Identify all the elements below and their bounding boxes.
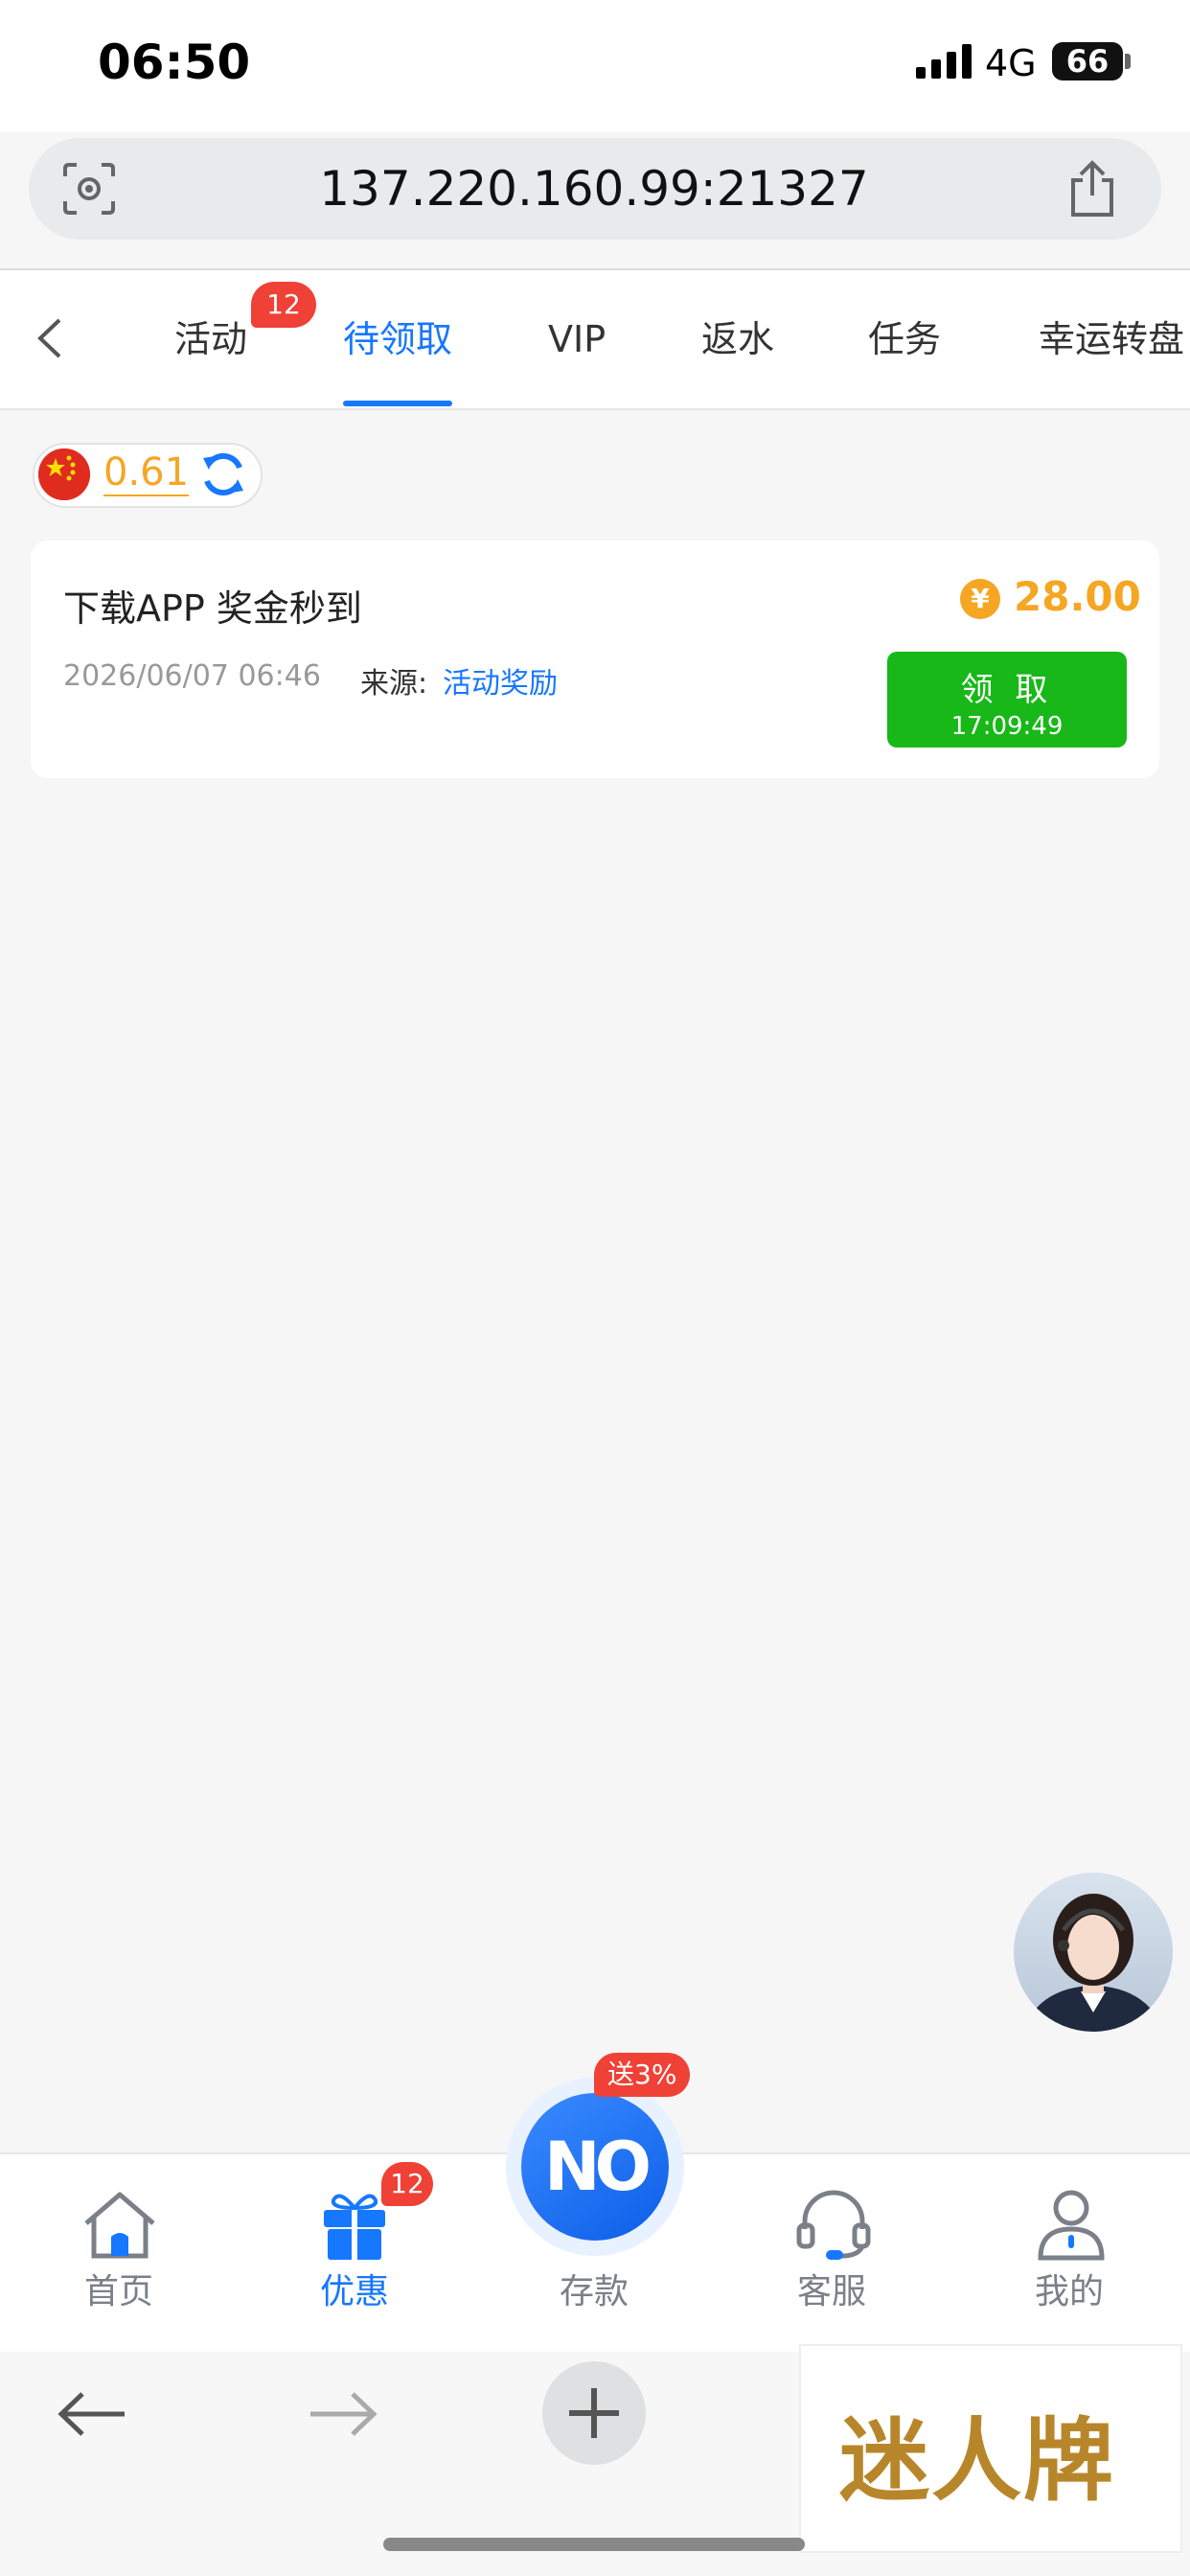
- forward-arrow-icon[interactable]: [307, 2390, 379, 2438]
- claim-button[interactable]: 领 取 17:09:49: [887, 652, 1127, 748]
- home-icon: [84, 2192, 155, 2259]
- network-type: 4G: [985, 42, 1037, 84]
- nav-home[interactable]: [80, 2189, 159, 2266]
- chevron-left-icon[interactable]: [33, 316, 67, 360]
- new-tab-button[interactable]: [542, 2361, 646, 2465]
- reward-source-label: 来源:: [360, 667, 428, 701]
- user-icon: [1038, 2190, 1105, 2261]
- battery-cap: [1125, 54, 1131, 69]
- home-indicator: [383, 2538, 805, 2551]
- plus-icon: [569, 2388, 619, 2438]
- reward-amount: 28.00: [1014, 573, 1141, 620]
- share-icon[interactable]: [1065, 159, 1119, 218]
- lens-icon[interactable]: [59, 159, 119, 218]
- gift-icon: [324, 2194, 385, 2260]
- china-flag-icon: [38, 448, 90, 500]
- reward-source-link[interactable]: 活动奖励: [443, 659, 558, 702]
- signal-icon: [916, 44, 972, 79]
- yen-coin-icon: ¥: [960, 579, 1000, 619]
- reward-time: 2026/06/07 06:46: [63, 659, 321, 693]
- nav-profile[interactable]: [1035, 2187, 1108, 2266]
- deposit-icon[interactable]: NO: [521, 2093, 669, 2241]
- nav-support[interactable]: [795, 2187, 872, 2266]
- reward-title: 下载APP 奖金秒到: [63, 587, 362, 630]
- headset-icon: [796, 2190, 871, 2260]
- back-arrow-icon[interactable]: [56, 2390, 128, 2438]
- tab-tasks[interactable]: 任务: [868, 270, 941, 408]
- tab-lucky-wheel[interactable]: 幸运转盘: [1039, 270, 1184, 408]
- nav-promotions[interactable]: [320, 2189, 389, 2266]
- balance-value: 0.61: [103, 450, 190, 496]
- tab-pending[interactable]: 待领取: [343, 270, 452, 408]
- customer-service-avatar[interactable]: [1014, 1873, 1173, 2032]
- nav-promotions-label[interactable]: 优惠: [278, 2264, 431, 2313]
- refresh-icon[interactable]: [197, 448, 249, 500]
- deposit-promo-badge: 送3%: [594, 2053, 691, 2097]
- tab-activity-badge: 12: [251, 282, 316, 328]
- nav-support-label[interactable]: 客服: [755, 2264, 908, 2313]
- claim-countdown: 17:09:49: [950, 712, 1064, 741]
- claim-button-label: 领 取: [960, 671, 1054, 709]
- battery-indicator: 66: [1052, 42, 1123, 80]
- nav-profile-label[interactable]: 我的: [993, 2264, 1146, 2313]
- tab-vip[interactable]: VIP: [548, 270, 606, 408]
- watermark-logo: 迷人牌: [839, 2408, 1116, 2514]
- status-time: 06:50: [98, 34, 251, 90]
- url-text[interactable]: 137.220.160.99:21327: [115, 138, 1073, 240]
- tab-active-indicator: [343, 401, 452, 406]
- nav-deposit-label[interactable]: 存款: [517, 2264, 671, 2313]
- nav-home-label[interactable]: 首页: [42, 2264, 195, 2313]
- nav-promotions-badge: 12: [381, 2162, 433, 2206]
- tab-rebate[interactable]: 返水: [701, 270, 774, 408]
- tab-activity[interactable]: 活动: [174, 270, 247, 408]
